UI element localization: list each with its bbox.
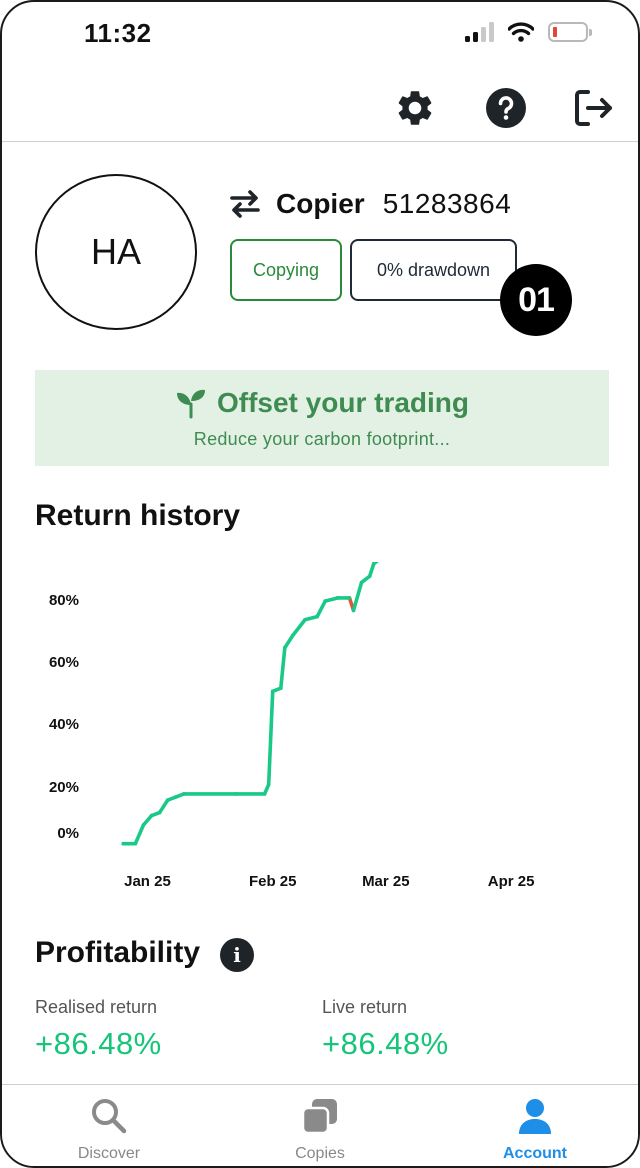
return-history-title: Return history xyxy=(35,499,241,532)
status-time: 11:32 xyxy=(84,18,152,48)
return-line-segment xyxy=(291,617,307,638)
nav-label-account: Account xyxy=(503,1145,567,1162)
return-data-point xyxy=(323,599,328,603)
battery-icon xyxy=(548,22,592,42)
return-data-point xyxy=(165,798,170,802)
return-data-point xyxy=(157,810,162,815)
x-tick-label: Jan 25 xyxy=(124,873,171,890)
x-tick-label: Apr 25 xyxy=(488,873,535,890)
return-data-point xyxy=(351,608,356,613)
return-history-chart: 0% 20% 40% 60% 80% Jan 25 Feb 25 Mar 25 Apr 25 xyxy=(49,562,535,890)
return-data-point xyxy=(266,782,271,787)
signal-icon xyxy=(465,22,494,42)
offset-subtitle: Reduce your carbon footprint... xyxy=(193,428,451,449)
return-line-segment xyxy=(303,614,319,622)
nav-label-copies: Copies xyxy=(295,1145,345,1162)
copying-status-badge: Copying xyxy=(230,239,342,301)
nav-account[interactable]: Account xyxy=(455,1097,615,1163)
step-number-badge: 01 xyxy=(500,264,572,336)
return-line-segment xyxy=(315,599,328,619)
realised-return-label: Realised return xyxy=(35,997,158,1017)
return-line-segment xyxy=(157,798,170,815)
return-data-point xyxy=(335,596,340,600)
y-tick-label: 80% xyxy=(49,592,79,609)
return-data-point xyxy=(347,596,352,600)
return-line-segment xyxy=(367,562,376,578)
phone-screen: 11:32 HA Copier 51283864 Copying 0% draw… xyxy=(0,0,640,1168)
gear-icon xyxy=(398,91,432,125)
return-data-point xyxy=(133,841,138,846)
return-line-segment xyxy=(323,596,340,603)
offset-title-row: Offset your trading xyxy=(175,387,469,419)
person-icon xyxy=(519,1099,551,1134)
help-button[interactable] xyxy=(484,86,528,130)
logout-icon xyxy=(575,90,612,126)
x-tick-label: Mar 25 xyxy=(362,873,410,890)
copies-icon xyxy=(301,1099,337,1135)
live-return-label: Live return xyxy=(322,997,408,1017)
return-line-segment xyxy=(133,823,146,846)
return-data-point xyxy=(121,841,126,846)
return-data-point xyxy=(315,614,319,619)
status-icons xyxy=(465,22,592,42)
nav-discover[interactable]: Discover xyxy=(29,1097,189,1163)
y-tick-label: 40% xyxy=(49,716,79,733)
wifi-icon xyxy=(508,22,534,42)
account-id: 51283864 xyxy=(382,188,512,219)
info-icon[interactable]: i xyxy=(220,938,254,972)
sprout-icon xyxy=(176,389,205,418)
offset-trading-banner[interactable]: Offset your trading Reduce your carbon f… xyxy=(35,370,609,466)
y-tick-label: 20% xyxy=(49,779,79,796)
realised-return-value: +86.48% xyxy=(35,1026,162,1061)
return-line-segment xyxy=(141,813,154,827)
return-line-segment xyxy=(283,633,295,650)
return-data-point xyxy=(371,562,376,566)
return-data-point xyxy=(262,792,267,796)
return-line-segment xyxy=(278,645,287,690)
return-data-point xyxy=(270,689,275,694)
y-tick-label: 0% xyxy=(57,825,79,842)
drawdown-badge: 0% drawdown xyxy=(350,239,517,301)
profitability-title: Profitability xyxy=(35,936,201,969)
offset-title: Offset your trading xyxy=(216,386,469,418)
account-type-label: Copier xyxy=(276,188,365,219)
return-data-point xyxy=(283,645,287,650)
bottom-navigation: Discover Copies Account xyxy=(2,1084,638,1166)
help-icon xyxy=(486,88,526,128)
return-data-point xyxy=(182,792,186,796)
return-data-point xyxy=(359,580,364,585)
copier-header: Copier 51283864 xyxy=(228,188,511,220)
return-data-point xyxy=(367,574,372,578)
return-data-point xyxy=(234,792,239,796)
nav-label-discover: Discover xyxy=(77,1145,141,1162)
nav-copies[interactable]: Copies xyxy=(240,1097,400,1163)
return-line-segment xyxy=(351,580,364,613)
return-data-point xyxy=(149,813,154,818)
swap-icon xyxy=(230,190,260,218)
return-data-point xyxy=(173,795,178,799)
live-return-value: +86.48% xyxy=(322,1026,449,1061)
search-icon xyxy=(92,1099,127,1134)
y-tick-label: 60% xyxy=(49,654,79,671)
return-data-point xyxy=(141,823,146,827)
avatar: HA xyxy=(35,174,197,330)
return-data-point xyxy=(291,633,295,638)
return-data-point xyxy=(303,617,307,622)
settings-button[interactable] xyxy=(393,86,437,130)
return-line-segment xyxy=(266,689,275,787)
return-data-point xyxy=(279,686,283,690)
header-toolbar xyxy=(2,72,638,142)
x-tick-label: Feb 25 xyxy=(249,873,297,890)
logout-button[interactable] xyxy=(572,86,616,130)
